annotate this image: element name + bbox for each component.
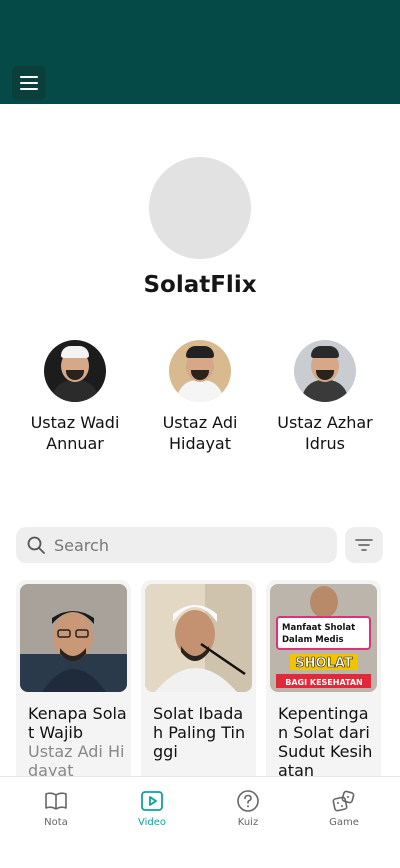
- profile-avatar: [149, 157, 251, 259]
- video-title: Solat Ibadah Paling Tinggi: [153, 704, 246, 761]
- page-title: SolatFlix: [143, 272, 257, 298]
- play-icon: [141, 791, 163, 811]
- book-icon: [45, 792, 67, 810]
- speaker-avatar: [294, 340, 356, 402]
- svg-text:SHOLAT: SHOLAT: [295, 656, 353, 671]
- speaker-name: Ustaz Wadi Annuar: [30, 413, 120, 453]
- video-card[interactable]: Manfaat Sholat Dalam Medis SHOLAT BAGI K…: [266, 580, 381, 780]
- hamburger-menu-icon[interactable]: [12, 66, 46, 100]
- speaker-name: Ustaz Adi Hidayat: [162, 413, 238, 453]
- speaker-azhar-idrus[interactable]: Ustaz Azhar Idrus: [260, 340, 390, 454]
- top-app-bar: [0, 0, 400, 104]
- nav-label: Kuiz: [237, 817, 259, 828]
- nav-label: Game: [329, 817, 359, 828]
- speaker-avatar: [44, 340, 106, 402]
- nav-item-nota[interactable]: Nota: [16, 789, 96, 828]
- video-card[interactable]: Kenapa Solat Wajib Ustaz Adi Hidayat: [16, 580, 131, 780]
- video-card[interactable]: Solat Ibadah Paling Tinggi: [141, 580, 256, 780]
- video-thumbnail: [145, 584, 252, 692]
- speaker-avatar: [169, 340, 231, 402]
- filter-icon: [355, 539, 373, 551]
- video-list: Kenapa Solat Wajib Ustaz Adi Hidayat Sol…: [16, 580, 400, 780]
- bottom-navigation: Nota Video Kuiz Game: [0, 776, 400, 868]
- nav-item-video[interactable]: Video: [112, 789, 192, 828]
- speaker-list: Ustaz Wadi Annuar Ustaz Adi Hidayat Usta…: [0, 340, 400, 470]
- video-title: Kepentingan Solat dari Sudut Kesihatan: [278, 704, 373, 780]
- video-thumbnail: Manfaat Sholat Dalam Medis SHOLAT BAGI K…: [270, 584, 377, 692]
- speaker-name: Ustaz Azhar Idrus: [277, 413, 373, 453]
- search-input[interactable]: [52, 534, 326, 556]
- dice-icon: [332, 790, 355, 812]
- video-title: Kenapa Solat Wajib Ustaz Adi Hidayat: [28, 704, 127, 780]
- video-thumbnail: [20, 584, 127, 692]
- search-bar[interactable]: [16, 527, 337, 563]
- video-speaker: Ustaz Adi Hidayat: [28, 742, 125, 780]
- search-icon: [27, 536, 45, 554]
- speaker-wadi-annuar[interactable]: Ustaz Wadi Annuar: [10, 340, 140, 454]
- question-icon: [237, 790, 259, 812]
- filter-button[interactable]: [345, 527, 383, 563]
- svg-text:Manfaat Sholat: Manfaat Sholat: [282, 623, 355, 633]
- speaker-adi-hidayat[interactable]: Ustaz Adi Hidayat: [135, 340, 265, 454]
- nav-label: Video: [137, 817, 167, 828]
- nav-item-game[interactable]: Game: [304, 789, 384, 828]
- svg-text:BAGI KESEHATAN: BAGI KESEHATAN: [285, 678, 363, 687]
- svg-text:Dalam Medis: Dalam Medis: [282, 635, 344, 645]
- nav-label: Nota: [44, 817, 68, 828]
- nav-item-kuiz[interactable]: Kuiz: [208, 789, 288, 828]
